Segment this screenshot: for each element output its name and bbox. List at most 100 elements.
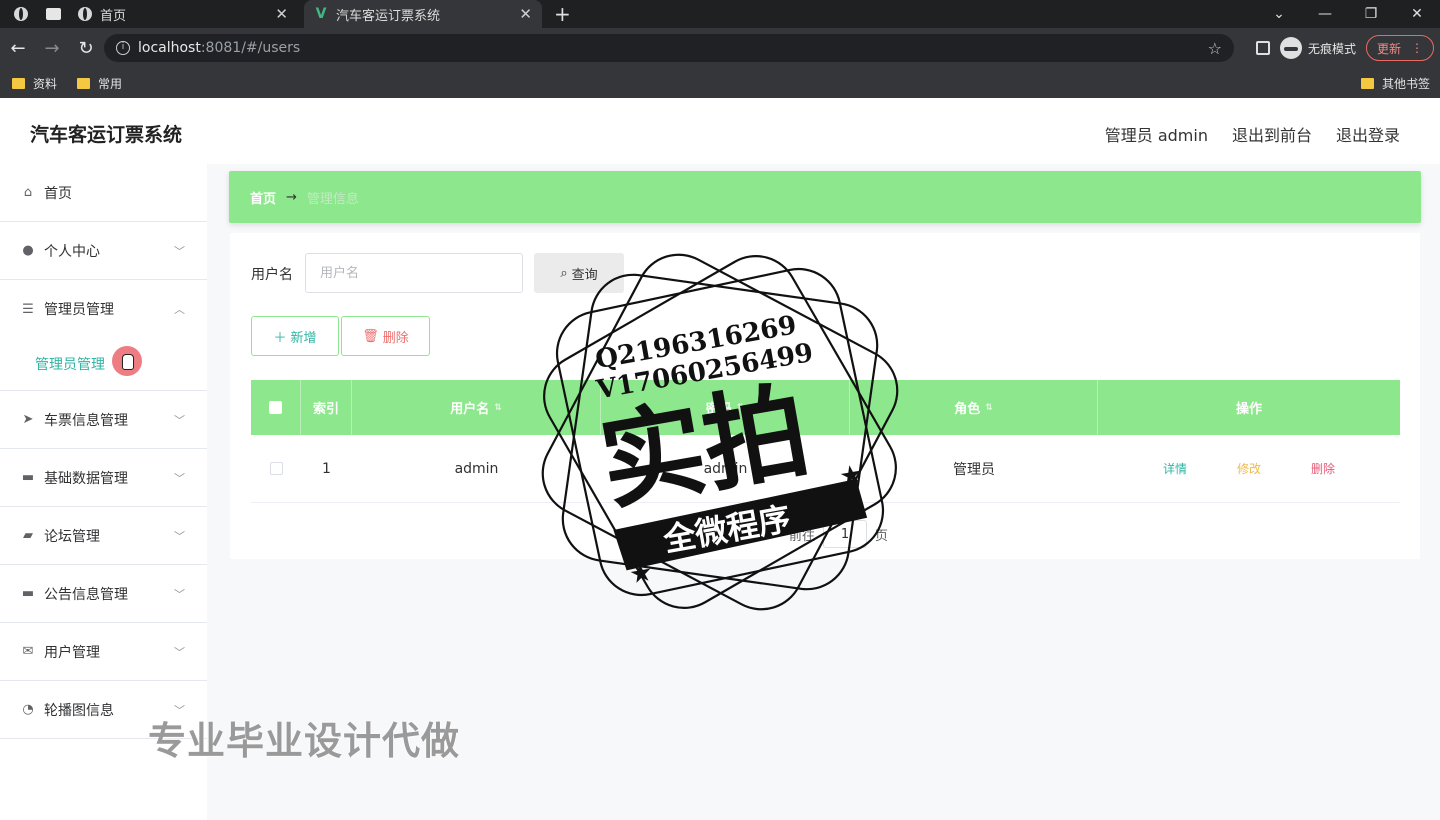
sidebar-item-label: 车票信息管理 bbox=[44, 412, 128, 429]
sidebar-item-notices[interactable]: ▬ 公告信息管理 ﹀ bbox=[0, 565, 207, 623]
browser-globe-icon[interactable] bbox=[10, 3, 32, 25]
other-bookmarks[interactable]: 其他书签 bbox=[1360, 75, 1430, 92]
sidebar-item-forum[interactable]: ▰ 论坛管理 ﹀ bbox=[0, 507, 207, 565]
header-username[interactable]: 用户名 ⇅ bbox=[352, 380, 601, 435]
goto-page: 前往 页 bbox=[789, 520, 888, 548]
breadcrumb-home[interactable]: 首页 bbox=[250, 188, 276, 207]
reload-icon[interactable]: ↻ bbox=[70, 38, 102, 59]
header-label: 密码 bbox=[705, 402, 732, 417]
app-header: 汽车客运订票系统 管理员 admin 退出到前台 退出登录 bbox=[0, 100, 1440, 164]
restore-icon[interactable]: ❐ bbox=[1348, 6, 1394, 22]
forward-icon[interactable]: → bbox=[36, 38, 68, 59]
incognito-indicator[interactable]: 无痕模式 bbox=[1279, 37, 1356, 59]
sort-icon[interactable]: ⇅ bbox=[494, 403, 502, 413]
url-path: :8081/#/users bbox=[200, 40, 301, 56]
close-tab-icon[interactable]: ✕ bbox=[275, 5, 288, 23]
cell-actions: 详情 修改 删除 bbox=[1098, 435, 1400, 502]
breadcrumb-current: 管理信息 bbox=[306, 191, 359, 207]
username-search-input[interactable] bbox=[305, 253, 523, 293]
new-tab-icon[interactable]: + bbox=[554, 2, 571, 26]
delete-link[interactable]: 删除 bbox=[1311, 460, 1335, 477]
table-header: 索引 用户名 ⇅ 密码 ⇅ 角色 ⇅ 操作 bbox=[251, 380, 1400, 435]
sort-icon[interactable]: ⇅ bbox=[985, 403, 993, 413]
bookmark-folder[interactable]: 资料 bbox=[12, 75, 57, 92]
mail-icon: ✉ bbox=[22, 644, 34, 659]
admin-label: 管理员 admin bbox=[1104, 126, 1208, 145]
sidebar-item-tickets[interactable]: ➤ 车票信息管理 ﹀ bbox=[0, 391, 207, 449]
sort-icon[interactable]: ⇅ bbox=[737, 403, 745, 413]
sidebar-subitem-admin-management[interactable]: 管理员管理 bbox=[0, 338, 207, 390]
back-icon[interactable]: ← bbox=[2, 38, 34, 59]
user-icon: ● bbox=[22, 243, 34, 258]
table-row: 1 admin admin 管理员 详情 修改 删除 bbox=[251, 435, 1400, 503]
chevron-down-icon[interactable]: ⌄ bbox=[1256, 6, 1302, 22]
bookmark-label: 资料 bbox=[33, 76, 58, 91]
close-tab-icon[interactable]: ✕ bbox=[519, 5, 532, 23]
app-title: 汽车客运订票系统 bbox=[30, 124, 183, 146]
query-button[interactable]: ⌕ 查询 bbox=[534, 253, 624, 293]
row-checkbox[interactable] bbox=[269, 462, 283, 475]
sidebar-item-home[interactable]: ⌂ 首页 bbox=[0, 164, 207, 222]
chevron-up-icon: ︿ bbox=[174, 303, 185, 316]
prev-page-icon[interactable]: ‹ bbox=[694, 527, 699, 542]
select-all-cell[interactable] bbox=[251, 380, 301, 435]
sidebar-item-users[interactable]: ✉ 用户管理 ﹀ bbox=[0, 623, 207, 681]
bookmark-folder[interactable]: 常用 bbox=[77, 75, 122, 92]
gauge-icon: ◔ bbox=[22, 702, 34, 717]
batch-delete-button[interactable]: 🗑 删除 bbox=[341, 316, 430, 356]
page-number[interactable]: 1 bbox=[719, 527, 728, 542]
chevron-down-icon: ﹀ bbox=[174, 244, 185, 258]
pagination: 共 1 条 ‹ 1 › 前往 页 bbox=[625, 520, 888, 548]
address-bar[interactable]: i localhost:8081/#/users ☆ bbox=[104, 34, 1234, 62]
sidebar-item-base-data[interactable]: ▬ 基础数据管理 ﹀ bbox=[0, 449, 207, 507]
menu-icon: ☰ bbox=[22, 301, 34, 317]
chevron-down-icon: ﹀ bbox=[174, 529, 185, 543]
edit-link[interactable]: 修改 bbox=[1237, 460, 1261, 477]
chat-icon: ▰ bbox=[23, 528, 33, 543]
header-password[interactable]: 密码 ⇅ bbox=[601, 380, 850, 435]
tab-search-icon[interactable] bbox=[42, 3, 64, 25]
chevron-down-icon: ﹀ bbox=[174, 471, 185, 485]
browser-tab-home[interactable]: 首页 ✕ bbox=[68, 0, 298, 28]
row-checkbox-cell[interactable] bbox=[251, 435, 301, 502]
browser-tab-bar: 首页 ✕ V 汽车客运订票系统 ✕ + ⌄ — ❐ ✕ bbox=[0, 0, 1440, 28]
header-label: 索引 bbox=[312, 402, 339, 417]
header-index: 索引 bbox=[301, 380, 352, 435]
cell-username: admin bbox=[454, 460, 499, 477]
header-role[interactable]: 角色 ⇅ bbox=[850, 380, 1098, 435]
minimize-icon[interactable]: — bbox=[1302, 6, 1348, 22]
folder-icon bbox=[1360, 77, 1374, 89]
send-icon: ➤ bbox=[22, 412, 34, 427]
close-window-icon[interactable]: ✕ bbox=[1394, 6, 1440, 22]
goto-page-input[interactable] bbox=[823, 520, 868, 548]
other-bookmarks-label: 其他书签 bbox=[1381, 76, 1430, 91]
info-icon[interactable]: i bbox=[116, 41, 130, 55]
logout-link[interactable]: 退出登录 bbox=[1336, 122, 1400, 146]
browser-toolbar: ← → ↻ i localhost:8081/#/users ☆ 无痕模式 更新… bbox=[0, 28, 1440, 68]
update-button[interactable]: 更新 ⋮ bbox=[1365, 35, 1434, 61]
sidebar-toggle-icon[interactable] bbox=[1255, 41, 1270, 55]
select-all-checkbox[interactable] bbox=[269, 401, 282, 414]
add-button[interactable]: ＋ 新增 bbox=[251, 316, 339, 356]
home-icon: ⌂ bbox=[23, 185, 33, 200]
admin-table: 索引 用户名 ⇅ 密码 ⇅ 角色 ⇅ 操作 1 admin admin 管理员 详情 … bbox=[251, 380, 1400, 503]
detail-link[interactable]: 详情 bbox=[1163, 460, 1187, 477]
plus-icon: ＋ bbox=[273, 330, 287, 346]
sidebar-item-admin-management[interactable]: ☰ 管理员管理 ︿ bbox=[0, 280, 207, 338]
sidebar-item-label: 基础数据管理 bbox=[44, 470, 128, 487]
bookmark-star-icon[interactable]: ☆ bbox=[1208, 39, 1222, 58]
sidebar-item-label: 个人中心 bbox=[44, 243, 100, 260]
breadcrumb: 首页 → 管理信息 bbox=[229, 171, 1421, 223]
globe-icon bbox=[78, 7, 92, 21]
next-page-icon[interactable]: › bbox=[748, 527, 753, 542]
pagination-total: 共 1 条 bbox=[625, 528, 668, 544]
breadcrumb-separator: → bbox=[286, 189, 297, 205]
back-to-front-link[interactable]: 退出到前台 bbox=[1232, 122, 1312, 146]
search-icon: ⌕ bbox=[560, 265, 568, 281]
sidebar-item-profile[interactable]: ● 个人中心 ﹀ bbox=[0, 222, 207, 280]
delete-button-label: 删除 bbox=[382, 330, 409, 346]
sidebar-group-admin: ☰ 管理员管理 ︿ 管理员管理 bbox=[0, 280, 207, 391]
cell-index: 1 bbox=[322, 460, 331, 477]
chevron-down-icon: ﹀ bbox=[174, 645, 185, 659]
browser-tab-app[interactable]: V 汽车客运订票系统 ✕ bbox=[304, 0, 542, 28]
